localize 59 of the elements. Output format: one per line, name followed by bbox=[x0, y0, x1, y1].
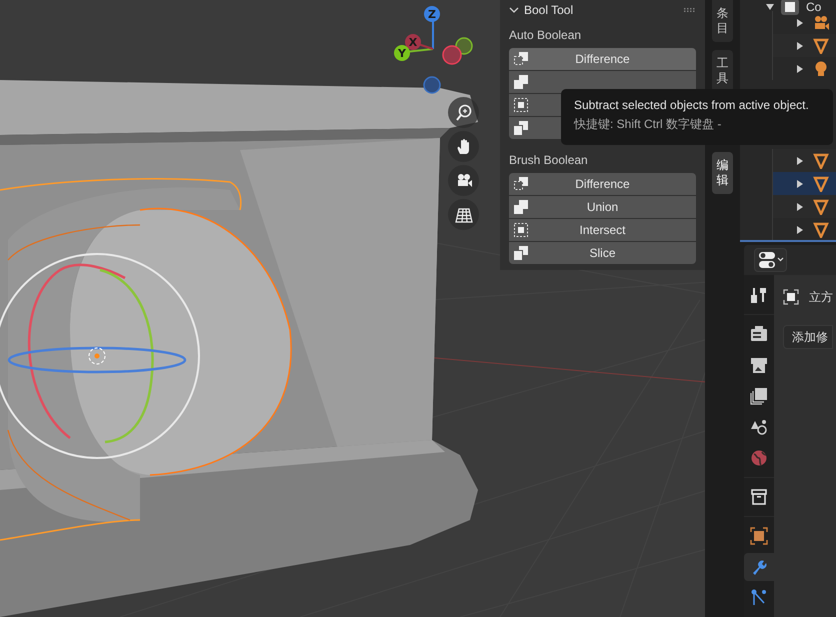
boolean-operation-button[interactable]: Slice bbox=[509, 242, 696, 264]
expand-arrow-icon[interactable] bbox=[797, 226, 803, 234]
triangle-icon bbox=[813, 198, 829, 214]
collapse-chevron-icon[interactable] bbox=[509, 6, 519, 14]
stacked-images-icon bbox=[750, 387, 768, 405]
slice-icon bbox=[514, 246, 528, 260]
transform-gizmo[interactable] bbox=[0, 253, 200, 459]
navigation-gizmo[interactable]: Z X Y bbox=[394, 6, 473, 94]
outliner-row[interactable] bbox=[772, 172, 836, 195]
slice-icon bbox=[514, 121, 528, 135]
boolean-operation-button[interactable]: Intersect bbox=[509, 219, 696, 241]
difference-icon bbox=[514, 177, 528, 191]
printer-icon bbox=[750, 356, 768, 374]
expand-arrow-icon[interactable] bbox=[797, 18, 803, 26]
section-heading: Brush Boolean bbox=[509, 153, 589, 167]
drag-handle-icon[interactable] bbox=[684, 8, 696, 12]
union-icon bbox=[514, 75, 528, 89]
collapse-triangle-icon[interactable] bbox=[766, 4, 774, 10]
intersect-icon bbox=[514, 98, 528, 112]
union-icon bbox=[514, 200, 528, 214]
square-icon bbox=[750, 527, 768, 545]
editor-type-dropdown[interactable] bbox=[754, 248, 787, 272]
expand-arrow-icon[interactable] bbox=[797, 42, 803, 50]
add-modifier-button[interactable]: 添加修 bbox=[783, 325, 833, 349]
boolean-operation-button[interactable]: Difference bbox=[509, 173, 696, 195]
archive-box-icon bbox=[750, 488, 768, 506]
expand-arrow-icon[interactable] bbox=[797, 64, 803, 72]
sidebar-tab[interactable]: 编辑 bbox=[712, 152, 733, 194]
magnifier-icon bbox=[454, 104, 472, 122]
camera-back-icon bbox=[750, 325, 768, 343]
tooltip-shortcut: 快捷键: Shift Ctrl 数字键盘 - bbox=[574, 116, 722, 133]
collection-name[interactable]: Co bbox=[806, 0, 822, 14]
triangle-icon bbox=[813, 176, 829, 192]
boolean-operation-button[interactable]: Union bbox=[509, 196, 696, 218]
shapes-icon bbox=[750, 418, 768, 436]
tooltip-description: Subtract selected objects from active object. bbox=[574, 98, 810, 112]
difference-icon bbox=[514, 52, 528, 66]
intersect-icon bbox=[514, 223, 528, 237]
collection-box-icon bbox=[780, 0, 800, 16]
camera-icon bbox=[813, 14, 829, 30]
sidebar-tab[interactable]: 工具 bbox=[712, 50, 733, 92]
expand-arrow-icon[interactable] bbox=[797, 202, 803, 210]
globe-icon bbox=[750, 449, 768, 467]
triangle-icon bbox=[813, 38, 829, 54]
expand-arrow-icon[interactable] bbox=[797, 180, 803, 188]
boolean-operation-button[interactable]: Difference bbox=[509, 48, 696, 70]
section-heading: Auto Boolean bbox=[509, 28, 582, 42]
expand-arrow-icon[interactable] bbox=[797, 156, 803, 164]
object-icon bbox=[783, 289, 799, 305]
sidebar-tab[interactable]: 条目 bbox=[712, 0, 733, 42]
triangle-icon bbox=[813, 152, 829, 168]
grid-icon bbox=[454, 206, 472, 224]
triangle-icon bbox=[813, 222, 829, 238]
modifier-tab[interactable] bbox=[744, 553, 774, 581]
object-name: 立方 bbox=[809, 288, 833, 306]
light-bulb-icon bbox=[813, 60, 829, 76]
screwdriver-wrench-icon bbox=[750, 286, 768, 304]
nodes-icon bbox=[750, 589, 768, 607]
panel-title: Bool Tool bbox=[524, 3, 574, 17]
